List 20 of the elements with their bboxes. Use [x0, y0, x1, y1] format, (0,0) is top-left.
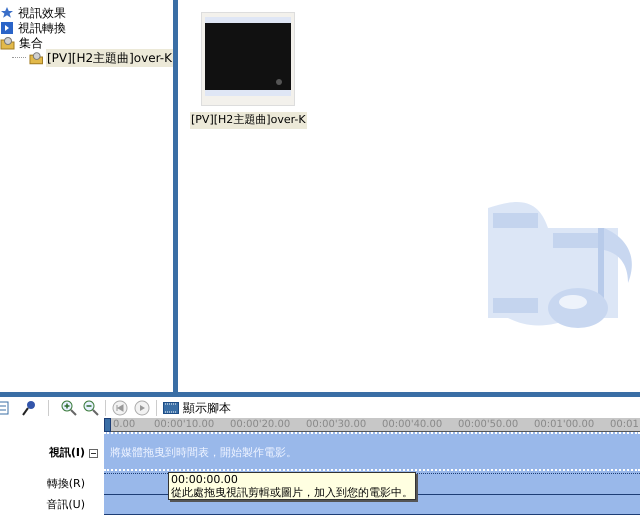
tree-item[interactable]: 視訊轉換	[17, 18, 67, 36]
show-storyboard-button[interactable]: 顯示腳本	[163, 402, 231, 414]
ruler-label: 00:00'20.00	[230, 418, 290, 432]
ruler-label: 00:00'50.00	[458, 418, 518, 432]
track-label: 音訊(U)	[46, 496, 85, 513]
ruler-label: 00:01	[610, 418, 639, 432]
ruler-label: 00:00'40.00	[382, 418, 442, 432]
clip-label: [PV][H2主題曲]over-K	[190, 112, 307, 128]
ruler-label: 00:01'00.00	[534, 418, 594, 432]
ruler-label: 00:00'10.00	[154, 418, 214, 432]
tooltip-time: 00:00:00.00	[171, 473, 239, 486]
track-label: 視訊(I)	[48, 444, 85, 461]
tooltip-text: 從此處拖曳視訊剪輯或圖片，加入到您的電影中。	[171, 486, 413, 499]
tree-item[interactable]: 集合	[18, 34, 44, 52]
ruler-label: 00:00'30.00	[306, 418, 366, 432]
drop-hint: 將媒體拖曳到時間表，開始製作電影。	[110, 445, 297, 462]
ruler-label: 0.00	[113, 418, 136, 432]
tree-item[interactable]: [PV][H2主題曲]over-K	[46, 48, 173, 66]
tree-item[interactable]: 視訊效果	[17, 4, 67, 22]
track-label: 轉換(R)	[46, 476, 85, 492]
